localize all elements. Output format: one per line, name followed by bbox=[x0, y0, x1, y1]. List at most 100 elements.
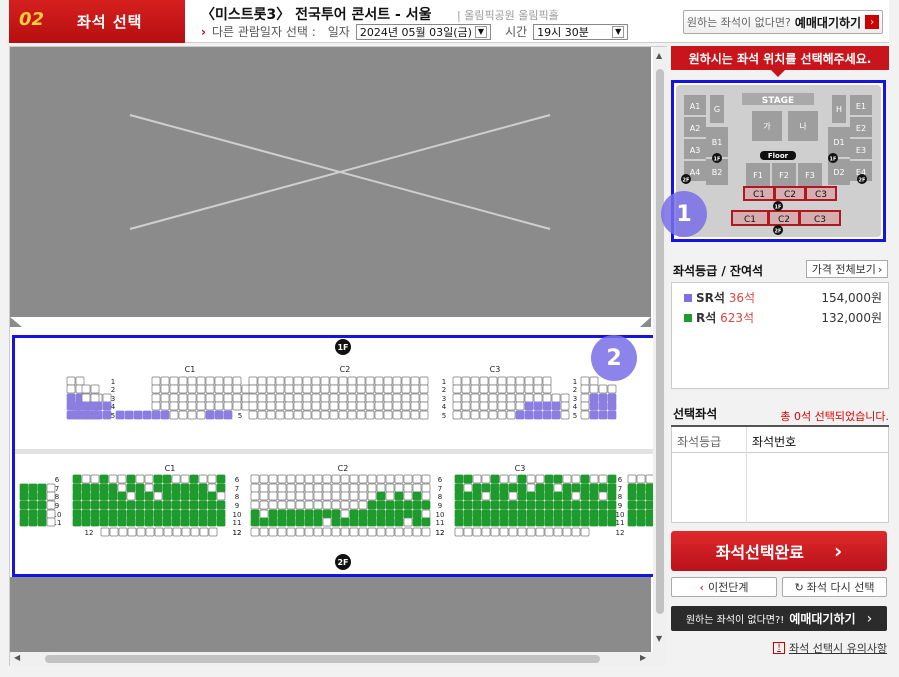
seat[interactable] bbox=[607, 517, 617, 527]
seat[interactable] bbox=[367, 527, 377, 537]
seat[interactable] bbox=[419, 384, 429, 394]
seat[interactable] bbox=[135, 517, 145, 527]
seat[interactable] bbox=[580, 527, 590, 537]
seat[interactable] bbox=[589, 384, 599, 394]
seat[interactable] bbox=[178, 376, 188, 386]
seat[interactable] bbox=[90, 410, 100, 420]
seat[interactable] bbox=[358, 527, 368, 537]
seat[interactable] bbox=[517, 500, 527, 510]
seat[interactable] bbox=[499, 527, 509, 537]
seat[interactable] bbox=[126, 474, 136, 484]
seat[interactable] bbox=[506, 384, 516, 394]
seat[interactable] bbox=[207, 500, 217, 510]
seat[interactable] bbox=[589, 483, 599, 493]
seat[interactable] bbox=[28, 500, 38, 510]
seat[interactable] bbox=[72, 517, 82, 527]
seat[interactable] bbox=[508, 517, 518, 527]
seat[interactable] bbox=[515, 393, 525, 403]
seat[interactable] bbox=[286, 509, 296, 519]
seat-grid[interactable]: 1F2FC1C2C3C1C2C3111122223333444455556666… bbox=[15, 338, 655, 574]
seat[interactable] bbox=[497, 410, 507, 420]
seat[interactable] bbox=[151, 393, 161, 403]
seat[interactable] bbox=[100, 527, 110, 537]
seat[interactable] bbox=[376, 491, 386, 501]
seat[interactable] bbox=[153, 483, 163, 493]
seat[interactable] bbox=[108, 509, 118, 519]
reselect-button[interactable]: ↻ 좌석 다시 선택 bbox=[782, 577, 887, 597]
seat[interactable] bbox=[412, 491, 422, 501]
seat[interactable] bbox=[356, 384, 366, 394]
seat[interactable] bbox=[403, 491, 413, 501]
seat[interactable] bbox=[571, 527, 581, 537]
seat[interactable] bbox=[180, 517, 190, 527]
seat[interactable] bbox=[580, 474, 590, 484]
seat[interactable] bbox=[627, 474, 637, 484]
seat[interactable] bbox=[99, 500, 109, 510]
seat[interactable] bbox=[490, 483, 500, 493]
seat[interactable] bbox=[196, 393, 206, 403]
seat[interactable] bbox=[562, 474, 572, 484]
seat[interactable] bbox=[419, 401, 429, 411]
seat[interactable] bbox=[90, 509, 100, 519]
seat[interactable] bbox=[553, 500, 563, 510]
seat[interactable] bbox=[515, 384, 525, 394]
seat[interactable] bbox=[461, 410, 471, 420]
seat[interactable] bbox=[385, 474, 395, 484]
seat[interactable] bbox=[259, 474, 269, 484]
seat[interactable] bbox=[108, 483, 118, 493]
seat[interactable] bbox=[607, 401, 617, 411]
seat[interactable] bbox=[524, 376, 534, 386]
seat[interactable] bbox=[126, 500, 136, 510]
seat[interactable] bbox=[313, 517, 323, 527]
seat[interactable] bbox=[490, 527, 500, 537]
seat[interactable] bbox=[214, 393, 224, 403]
seat[interactable] bbox=[347, 410, 357, 420]
seat[interactable] bbox=[293, 410, 303, 420]
seat[interactable] bbox=[232, 393, 242, 403]
seat[interactable] bbox=[37, 509, 47, 519]
seat[interactable] bbox=[160, 384, 170, 394]
seat[interactable] bbox=[636, 491, 646, 501]
seat[interactable] bbox=[216, 491, 226, 501]
seat[interactable] bbox=[452, 401, 462, 411]
seat[interactable] bbox=[544, 474, 554, 484]
seat[interactable] bbox=[347, 401, 357, 411]
seat[interactable] bbox=[517, 474, 527, 484]
seat[interactable] bbox=[81, 517, 91, 527]
seat[interactable] bbox=[526, 474, 536, 484]
seat[interactable] bbox=[383, 410, 393, 420]
seat[interactable] bbox=[340, 491, 350, 501]
seat[interactable] bbox=[365, 410, 375, 420]
seat[interactable] bbox=[162, 491, 172, 501]
seat[interactable] bbox=[118, 527, 128, 537]
seat[interactable] bbox=[526, 483, 536, 493]
seat[interactable] bbox=[394, 500, 404, 510]
seat[interactable] bbox=[171, 517, 181, 527]
seat[interactable] bbox=[169, 384, 179, 394]
seat[interactable] bbox=[331, 527, 341, 537]
seat[interactable] bbox=[250, 474, 260, 484]
seat[interactable] bbox=[515, 376, 525, 386]
seat[interactable] bbox=[410, 401, 420, 411]
seat[interactable] bbox=[394, 491, 404, 501]
seat[interactable] bbox=[223, 401, 233, 411]
seat[interactable] bbox=[286, 483, 296, 493]
seat[interactable] bbox=[216, 500, 226, 510]
seat[interactable] bbox=[304, 491, 314, 501]
seat[interactable] bbox=[169, 376, 179, 386]
seat[interactable] bbox=[311, 410, 321, 420]
seat[interactable] bbox=[162, 500, 172, 510]
seat[interactable] bbox=[560, 410, 570, 420]
seat[interactable] bbox=[205, 384, 215, 394]
horizontal-scrollbar[interactable]: ◀ ▶ bbox=[10, 652, 667, 666]
seat[interactable] bbox=[295, 517, 305, 527]
seat[interactable] bbox=[162, 483, 172, 493]
seat[interactable] bbox=[454, 474, 464, 484]
seat[interactable] bbox=[187, 410, 197, 420]
seat[interactable] bbox=[205, 410, 215, 420]
seat[interactable] bbox=[338, 384, 348, 394]
seat[interactable] bbox=[151, 376, 161, 386]
seat[interactable] bbox=[250, 517, 260, 527]
scroll-left-icon[interactable]: ◀ bbox=[14, 653, 20, 662]
seat[interactable] bbox=[216, 483, 226, 493]
